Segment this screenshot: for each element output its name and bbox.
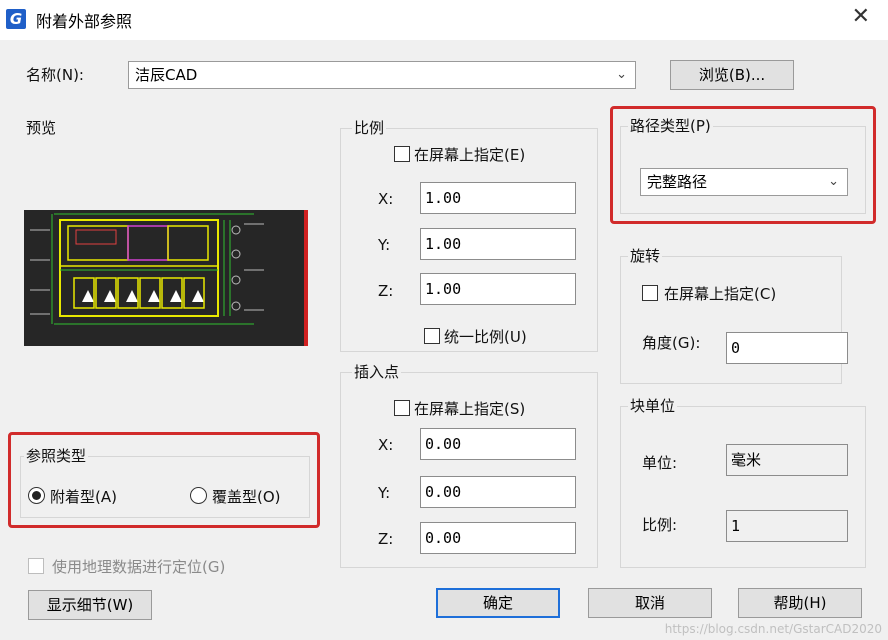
unit-label: 单位: [642, 454, 678, 472]
watermark-text: https://blog.csdn.net/GstarCAD2020 [664, 622, 882, 636]
rotation-group [620, 256, 842, 384]
scale-x-input[interactable]: 1.00 [420, 182, 576, 214]
chevron-down-icon[interactable]: ⌄ [616, 62, 627, 88]
ok-button[interactable]: 确定 [436, 588, 560, 618]
insert-z-input[interactable]: 0.00 [420, 522, 576, 554]
insert-y-input[interactable]: 0.00 [420, 476, 576, 508]
cancel-button[interactable]: 取消 [588, 588, 712, 618]
uniform-scale-label[interactable]: 统一比例(U) [444, 326, 527, 347]
name-value: 洁辰CAD [135, 66, 198, 84]
name-combobox[interactable]: 洁辰CAD ⌄ [128, 61, 636, 89]
dialog-title: 附着外部参照 [36, 12, 133, 31]
rotation-on-screen-checkbox[interactable] [642, 285, 658, 301]
highlight-box-path-type [610, 106, 876, 224]
block-scale-value: 1 [726, 510, 848, 542]
insert-z-label: Z: [378, 530, 394, 548]
geo-data-label: 使用地理数据进行定位(G) [52, 558, 226, 576]
help-button[interactable]: 帮助(H) [738, 588, 862, 618]
drawing-preview-image [24, 210, 308, 346]
scale-on-screen-label[interactable]: 在屏幕上指定(E) [414, 144, 525, 165]
scale-y-input[interactable]: 1.00 [420, 228, 576, 260]
scale-title: 比例 [352, 117, 387, 138]
rotation-title: 旋转 [628, 245, 663, 266]
scale-y-label: Y: [378, 236, 391, 254]
uniform-scale-checkbox[interactable] [424, 328, 440, 344]
close-icon[interactable]: ✕ [852, 4, 870, 29]
insert-x-input[interactable]: 0.00 [420, 428, 576, 460]
unit-value: 毫米 [726, 444, 848, 476]
highlight-box-reference-type [8, 432, 320, 528]
rotation-on-screen-label[interactable]: 在屏幕上指定(C) [664, 283, 776, 304]
app-logo-icon: G [6, 9, 26, 29]
block-unit-group [620, 406, 866, 568]
insert-point-title: 插入点 [352, 361, 402, 382]
block-unit-title: 块单位 [628, 395, 678, 416]
scale-z-input[interactable]: 1.00 [420, 273, 576, 305]
scale-z-label: Z: [378, 282, 394, 300]
angle-label: 角度(G): [642, 334, 701, 352]
insert-on-screen-checkbox[interactable] [394, 400, 410, 416]
scale-x-label: X: [378, 190, 394, 208]
insert-x-label: X: [378, 436, 394, 454]
insert-y-label: Y: [378, 484, 391, 502]
title-bar: G 附着外部参照 ✕ [0, 0, 888, 40]
geo-data-checkbox[interactable] [28, 558, 44, 574]
scale-on-screen-checkbox[interactable] [394, 146, 410, 162]
insert-on-screen-label[interactable]: 在屏幕上指定(S) [414, 398, 525, 419]
browse-button[interactable]: 浏览(B)... [670, 60, 794, 90]
attach-xref-dialog: G 附着外部参照 ✕ 名称(N): 洁辰CAD ⌄ 浏览(B)... 预览 参照… [0, 0, 888, 640]
floor-plan-thumbnail [24, 210, 308, 346]
block-scale-label: 比例: [642, 516, 678, 534]
name-label: 名称(N): [26, 66, 84, 84]
show-details-button[interactable]: 显示细节(W) [28, 590, 152, 620]
angle-input[interactable]: 0 [726, 332, 848, 364]
